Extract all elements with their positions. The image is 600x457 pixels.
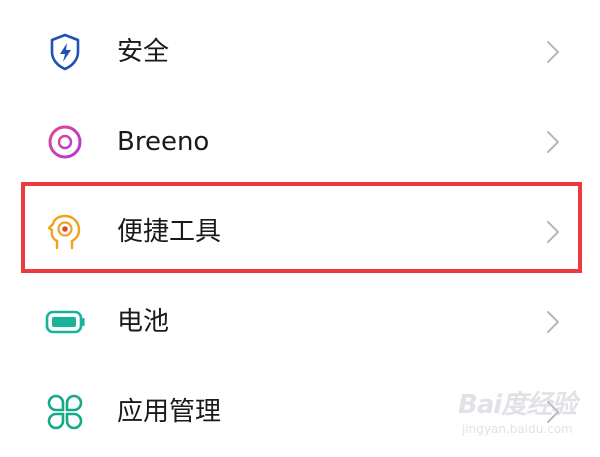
shield-lightning-icon bbox=[44, 31, 86, 73]
settings-list: 安全 Breeno 便捷工具 电池 应用管理 Bai度经验 jingyan.ba… bbox=[0, 0, 600, 450]
settings-item-security[interactable]: 安全 bbox=[0, 7, 600, 97]
settings-item-label: 应用管理 bbox=[117, 397, 222, 427]
settings-item-label: 电池 bbox=[117, 307, 170, 337]
watermark-main-text: Bai度经验 bbox=[458, 390, 577, 420]
chevron-right-icon bbox=[543, 130, 563, 154]
settings-item-battery[interactable]: 电池 bbox=[0, 277, 600, 367]
settings-item-breeno[interactable]: Breeno bbox=[0, 97, 600, 187]
baidu-jingyan-watermark: Bai度经验 jingyan.baidu.com bbox=[458, 384, 598, 446]
watermark-url-text: jingyan.baidu.com bbox=[462, 422, 573, 436]
chevron-right-icon bbox=[543, 310, 563, 334]
highlight-annotation-box bbox=[21, 182, 582, 273]
chevron-right-icon bbox=[543, 40, 563, 64]
breeno-ring-icon bbox=[44, 121, 86, 163]
settings-item-label: 安全 bbox=[117, 37, 170, 67]
app-grid-icon bbox=[44, 391, 86, 433]
battery-icon bbox=[44, 301, 86, 343]
settings-item-label: Breeno bbox=[117, 127, 210, 157]
